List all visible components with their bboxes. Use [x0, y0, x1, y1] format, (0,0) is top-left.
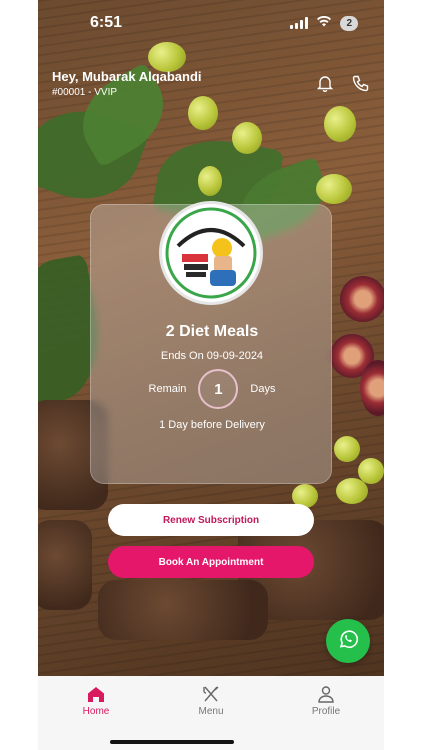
book-appointment-button[interactable]: Book An Appointment [108, 546, 314, 578]
header-actions [316, 74, 370, 93]
grape-shape [324, 106, 356, 142]
app-screen: 6:51 2 Hey, Mubarak Alqabandi #00001 - V… [38, 0, 384, 750]
phone-icon[interactable] [352, 74, 370, 92]
bread-shape [98, 580, 268, 640]
user-icon [316, 684, 336, 704]
home-indicator[interactable] [110, 740, 234, 744]
status-bar: 6:51 2 [38, 0, 384, 46]
subscription-end-date: Ends On 09-09-2024 [160, 350, 264, 362]
renew-subscription-button[interactable]: Renew Subscription [108, 504, 314, 536]
whatsapp-icon [337, 628, 359, 655]
fork-knife-icon [201, 684, 221, 704]
tab-label-home: Home [82, 706, 110, 717]
days-label: Days [250, 383, 276, 395]
plan-name: 2 Diet Meals [165, 323, 259, 340]
greeting-text: Hey, Mubarak Alqabandi [52, 69, 202, 84]
status-time: 6:51 [90, 14, 123, 31]
wifi-icon [316, 14, 332, 32]
tab-profile[interactable]: Profile [286, 684, 366, 717]
grape-shape [198, 166, 222, 196]
tab-label-profile: Profile [311, 706, 341, 717]
grape-shape [336, 478, 368, 504]
tab-menu[interactable]: Menu [171, 684, 251, 717]
grape-shape [232, 122, 262, 154]
bottom-tab-bar: Home Menu Profile [38, 676, 384, 750]
whatsapp-button[interactable] [326, 619, 370, 663]
status-icons: 2 [290, 14, 358, 32]
fig-shape [360, 360, 384, 416]
fig-shape [340, 276, 384, 322]
brand-logo [159, 201, 263, 305]
bread-shape [38, 520, 92, 610]
battery-icon: 2 [340, 15, 358, 31]
tab-home[interactable]: Home [56, 684, 136, 717]
home-icon [86, 684, 106, 704]
grape-shape [148, 42, 186, 72]
grape-shape [316, 174, 352, 204]
subscription-card: 2 Diet Meals Ends On 09-09-2024 Remain 1… [90, 201, 333, 484]
delivery-note: 1 Day before Delivery [159, 419, 265, 431]
bell-icon[interactable] [316, 74, 334, 93]
days-remaining-badge: 1 [198, 369, 239, 409]
remain-label: Remain [148, 383, 187, 395]
grape-shape [334, 436, 360, 462]
member-code: #00001 - VVIP [52, 87, 118, 98]
tab-label-menu: Menu [198, 706, 224, 717]
remaining-days-row: Remain 1 Days [91, 369, 333, 409]
grape-shape [188, 96, 218, 130]
cellular-signal-icon [290, 17, 309, 29]
